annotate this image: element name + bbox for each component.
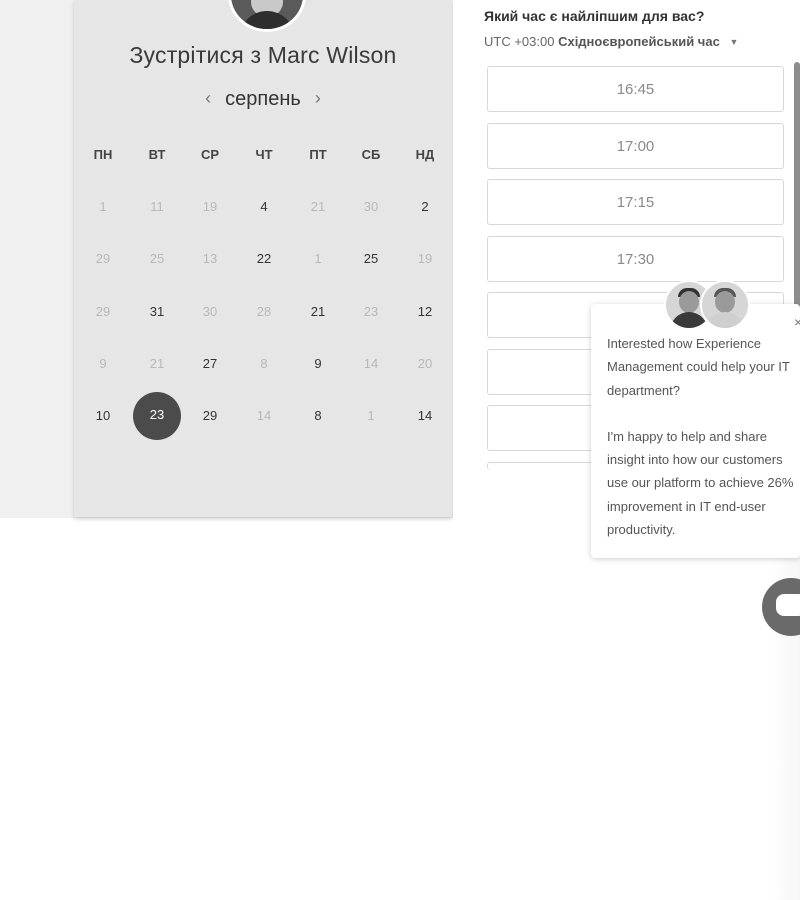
chevron-down-icon: ▼	[729, 37, 739, 47]
time-question: Який час є найліпшим для вас?	[484, 8, 705, 24]
weekday-label: ПТ	[309, 147, 327, 162]
month-label: серпень	[225, 88, 301, 110]
calendar-day: 30	[202, 304, 218, 319]
calendar-day[interactable]: 2	[405, 187, 445, 227]
calendar-day: 19	[202, 199, 218, 214]
meeting-title: Зустрітися з Marc Wilson	[129, 42, 397, 68]
calendar-day: 13	[202, 251, 218, 266]
chat-message-line: Interested how Experience Management cou…	[607, 336, 790, 398]
calendar-day: 1	[99, 199, 107, 214]
close-icon[interactable]: ×	[794, 314, 800, 330]
calendar-day: 9	[99, 356, 107, 371]
calendar-day[interactable]: 31	[137, 292, 177, 332]
calendar-day[interactable]: 27	[190, 344, 230, 384]
calendar-day: 1	[314, 251, 322, 266]
chevron-right-icon[interactable]: ›	[315, 88, 321, 109]
calendar-day: 8	[260, 356, 268, 371]
page-right-shadow	[772, 518, 800, 900]
chat-message: Interested how Experience Management cou…	[607, 332, 800, 541]
chevron-left-icon[interactable]: ‹	[205, 88, 211, 109]
agent-avatar	[700, 280, 750, 330]
calendar-day: 19	[417, 251, 433, 266]
weekday-label: ПН	[93, 147, 113, 162]
calendar-day: 21	[310, 199, 326, 214]
calendar-day[interactable]: 22	[244, 239, 284, 279]
selected-day[interactable]: 23	[133, 392, 181, 440]
time-slot-button[interactable]: 17:30	[487, 236, 784, 282]
calendar-day: 11	[150, 199, 164, 214]
calendar-day[interactable]: 29	[190, 396, 230, 436]
chat-icon	[776, 594, 800, 616]
chat-message-line: I'm happy to help and share insight into…	[607, 428, 794, 538]
calendar-day: 28	[256, 304, 272, 319]
calendar-day[interactable]: 4	[244, 187, 284, 227]
chat-launcher-button[interactable]	[762, 578, 800, 636]
weekday-label: СР	[200, 147, 220, 162]
calendar-day[interactable]: 8	[298, 396, 338, 436]
weekday-label: СБ	[361, 147, 381, 162]
calendar-day[interactable]: 21	[298, 292, 338, 332]
calendar-day: 30	[363, 199, 379, 214]
calendar-day: 14	[256, 408, 272, 423]
calendar-day: 20	[417, 356, 433, 371]
calendar-day: 23	[363, 304, 379, 319]
timezone-selector[interactable]: UTC +03:00 Східноєвропейський час ▼	[484, 34, 738, 49]
calendar-day[interactable]: 12	[405, 292, 445, 332]
weekday-label: ЧТ	[255, 147, 273, 162]
time-slot-button[interactable]: 16:45	[487, 66, 784, 112]
calendar-day: 14	[363, 356, 379, 371]
calendar-day: 29	[95, 304, 111, 319]
time-slot-button[interactable]: 17:00	[487, 123, 784, 169]
calendar-day[interactable]: 9	[298, 344, 338, 384]
calendar-day: 21	[149, 356, 165, 371]
timezone-name: Східноєвропейський час	[558, 34, 720, 49]
calendar-day: 1	[367, 408, 375, 423]
calendar-day[interactable]: 10	[83, 396, 123, 436]
calendar-day[interactable]: 25	[351, 239, 391, 279]
month-navigation: ‹ серпень ›	[74, 88, 452, 111]
weekday-label: НД	[415, 147, 435, 162]
calendar-day[interactable]: 14	[405, 396, 445, 436]
weekday-label: ВТ	[148, 147, 166, 162]
time-slot-button[interactable]: 17:15	[487, 179, 784, 225]
timezone-offset: UTC +03:00	[484, 34, 555, 49]
calendar-day: 29	[95, 251, 111, 266]
calendar-day: 25	[149, 251, 165, 266]
